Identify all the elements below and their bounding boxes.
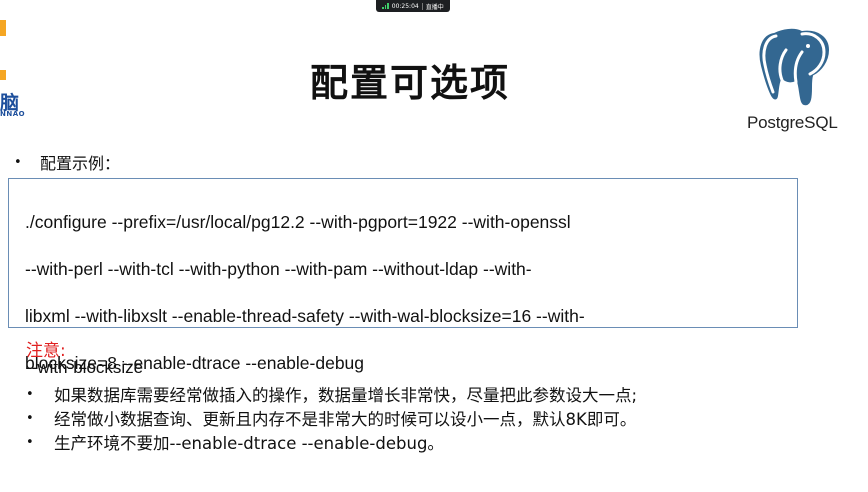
bullet-icon: • xyxy=(26,386,34,402)
page-title: 配置可选项 xyxy=(309,61,510,105)
list-item: • 经常做小数据查询、更新且内存不是非常大的时候可以设小一点，默认8K即可。 xyxy=(26,406,637,430)
note-text: 如果数据库需要经常做插入的操作，数据量增长非常快，尽量把此参数设大一点; xyxy=(54,386,638,405)
code-line: --with-perl --with-tcl --with-python --w… xyxy=(25,258,532,279)
intro-bullet-text: 配置示例： xyxy=(40,154,121,173)
intro-bullet-item: • 配置示例： xyxy=(14,150,120,174)
live-time: 00:25:04 xyxy=(391,2,419,10)
note-text: 经常做小数据查询、更新且内存不是非常大的时候可以设小一点，默认8K即可。 xyxy=(54,410,637,429)
list-item: • 如果数据库需要经常做插入的操作，数据量增长非常快，尽量把此参数设大一点; xyxy=(26,382,637,406)
live-separator xyxy=(421,2,423,10)
configure-example-box: ./configure --prefix=/usr/local/pg12.2 -… xyxy=(8,178,798,373)
live-status-indicator: 00:25:04 直播中 xyxy=(376,0,450,12)
note-text: 生产环境不要加--enable-dtrace --enable-debug。 xyxy=(54,434,444,453)
option-name: --with-blocksize xyxy=(26,358,144,377)
list-item: • 生产环境不要加--enable-dtrace --enable-debug。 xyxy=(26,430,637,454)
logo-bar-top xyxy=(0,20,6,36)
postgresql-elephant-icon xyxy=(757,26,832,108)
postgresql-logo-text: PostgreSQL xyxy=(747,113,838,132)
signal-icon xyxy=(382,3,389,9)
bullet-icon: • xyxy=(26,434,34,450)
notes-list: • 如果数据库需要经常做插入的操作，数据量增长非常快，尽量把此参数设大一点; •… xyxy=(26,382,637,454)
bullet-icon: • xyxy=(26,410,34,426)
live-status-text: 直播中 xyxy=(425,3,444,11)
bullet-icon: • xyxy=(14,154,22,170)
code-line: ./configure --prefix=/usr/local/pg12.2 -… xyxy=(25,211,571,232)
code-line: libxml --with-libxslt --enable-thread-sa… xyxy=(25,305,585,326)
logo-left-subtext: NNAO xyxy=(0,110,26,118)
